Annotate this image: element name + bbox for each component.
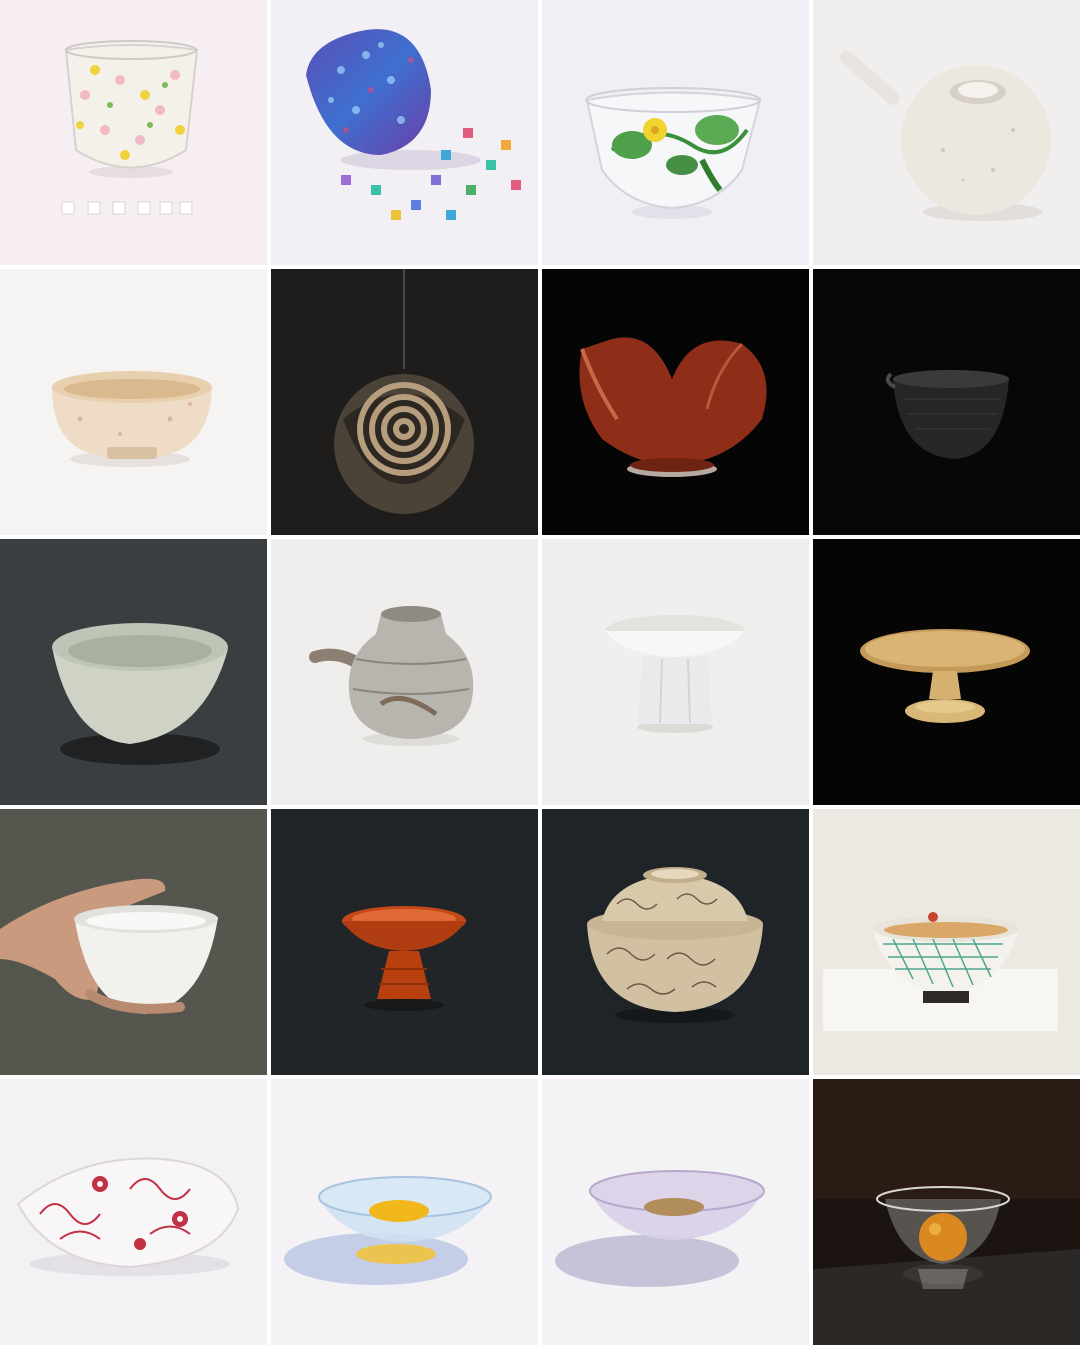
white-spouted-pot-image [813,0,1080,265]
mosaic-glass-bowl-image [271,0,538,265]
red-floral-glass-dish-image [0,1079,267,1345]
photo-mosaic-glass-bowl[interactable] [271,0,538,265]
photo-red-floral-glass-dish[interactable] [0,1079,267,1345]
photo-grid [0,0,1080,1349]
photo-flower-glass-cup[interactable] [0,0,267,265]
photo-wooden-pedestal-dish[interactable] [813,539,1080,805]
photo-celadon-bowl[interactable] [0,539,267,805]
cucumber-glass-cup-image [542,0,809,265]
painted-porcelain-bowl-image [813,809,1080,1075]
photo-blue-glass-bowl[interactable] [271,1079,538,1345]
shino-tea-bowl-image [0,269,267,535]
photo-hanging-incense-holder[interactable] [271,269,538,535]
red-petal-cup-image [542,269,809,535]
hanging-incense-holder-image [271,269,538,535]
hand-held-white-bowl-image [0,809,267,1075]
photo-lavender-glass-bowl[interactable] [542,1079,809,1345]
black-lipped-bowl-image [813,269,1080,535]
photo-cucumber-glass-cup[interactable] [542,0,809,265]
photo-painted-porcelain-bowl[interactable] [813,809,1080,1075]
photo-white-spouted-pot[interactable] [813,0,1080,265]
photo-glass-dessert-bowl[interactable] [813,1079,1080,1345]
blue-glass-bowl-image [271,1079,538,1345]
wooden-pedestal-dish-image [813,539,1080,805]
gray-spouted-jar-image [271,539,538,805]
celadon-bowl-image [0,539,267,805]
photo-gray-spouted-jar[interactable] [271,539,538,805]
photo-red-petal-cup[interactable] [542,269,809,535]
lavender-glass-bowl-image [542,1079,809,1345]
photo-black-lipped-bowl[interactable] [813,269,1080,535]
glass-dessert-bowl-image [813,1079,1080,1345]
photo-red-lacquer-stem-cup[interactable] [271,809,538,1075]
photo-shino-tea-bowl[interactable] [0,269,267,535]
photo-lidded-arabesque-bowl[interactable] [542,809,809,1075]
red-lacquer-stem-cup-image [271,809,538,1075]
white-stem-cup-image [542,539,809,805]
lidded-arabesque-bowl-image [542,809,809,1075]
photo-hand-held-white-bowl[interactable] [0,809,267,1075]
flower-glass-cup-image [0,0,267,265]
photo-white-stem-cup[interactable] [542,539,809,805]
